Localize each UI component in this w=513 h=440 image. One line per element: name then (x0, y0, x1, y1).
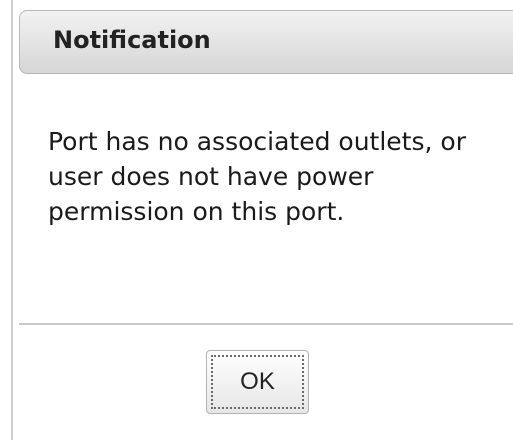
ok-button-label: OK (211, 355, 304, 409)
ok-button[interactable]: OK (206, 350, 309, 414)
dialog-header: Notification (19, 10, 513, 74)
dialog-message: Port has no associated outlets, or user … (48, 127, 466, 226)
dialog-divider (19, 323, 513, 325)
notification-dialog: Notification Port has no associated outl… (0, 0, 513, 440)
dialog-title: Notification (53, 26, 211, 54)
